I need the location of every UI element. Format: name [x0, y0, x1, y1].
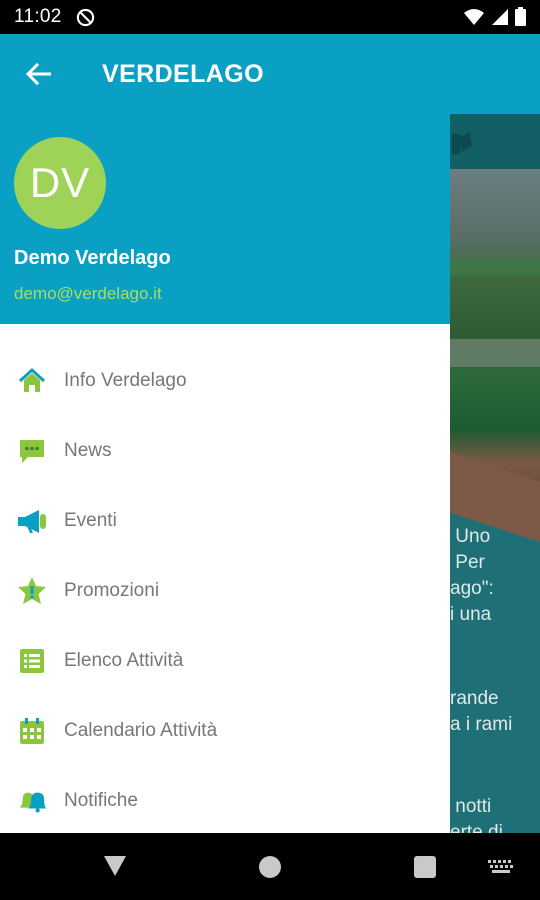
- navigation-drawer: DV Demo Verdelago demo@verdelago.it Info…: [0, 114, 450, 833]
- avatar[interactable]: DV: [14, 137, 106, 229]
- menu-item-label: Eventi: [64, 510, 117, 531]
- background-content[interactable]: Uno Per ago": i una rande a i rami notti…: [450, 114, 540, 833]
- background-photo: [450, 169, 540, 549]
- keyboard-icon[interactable]: [488, 860, 514, 874]
- battery-icon: [515, 7, 526, 26]
- menu-item-label: Elenco Attività: [64, 650, 184, 671]
- background-toolbar: [450, 114, 540, 169]
- wifi-icon: [464, 8, 484, 25]
- status-bar: 11:02: [0, 0, 540, 34]
- status-icons: [463, 7, 526, 26]
- bells-icon: [17, 786, 47, 816]
- background-text-3: notti erte di: [450, 796, 503, 833]
- back-button[interactable]: [16, 52, 60, 96]
- megaphone-icon: [17, 506, 47, 536]
- chat-icon: [17, 436, 47, 466]
- menu-item-label: Notifiche: [64, 790, 138, 811]
- system-nav-bar: [0, 833, 540, 900]
- user-email: demo@verdelago.it: [14, 284, 162, 303]
- menu-item-label: Calendario Attività: [64, 720, 218, 741]
- do-not-disturb-icon: [76, 8, 95, 27]
- nav-recents-icon[interactable]: [414, 856, 436, 878]
- app-title: VERDELAGO: [102, 60, 264, 88]
- app-bar: VERDELAGO: [0, 34, 540, 114]
- nav-home-icon[interactable]: [259, 856, 281, 878]
- list-icon: [17, 646, 47, 676]
- background-text-1: Uno Per ago": i una: [450, 526, 494, 625]
- background-text-2: rande a i rami: [450, 688, 513, 735]
- menu-item-calendario-attivita[interactable]: Calendario Attività: [0, 696, 450, 766]
- arrow-back-icon: [25, 62, 51, 86]
- user-name: Demo Verdelago: [14, 247, 171, 269]
- menu-item-info-verdelago[interactable]: Info Verdelago: [0, 346, 450, 416]
- background-toolbar-icon: [452, 132, 472, 154]
- menu-item-label: Info Verdelago: [64, 370, 187, 391]
- calendar-icon: [17, 716, 47, 746]
- menu-item-elenco-attivita[interactable]: Elenco Attività: [0, 626, 450, 696]
- drawer-header: DV Demo Verdelago demo@verdelago.it: [0, 114, 450, 324]
- menu-item-label: News: [64, 440, 112, 461]
- home-icon: [17, 366, 47, 396]
- signal-icon: [492, 8, 508, 25]
- menu-item-label: Promozioni: [64, 580, 160, 601]
- star-badge-icon: [17, 576, 47, 606]
- menu-item-eventi[interactable]: Eventi: [0, 486, 450, 556]
- status-time: 11:02: [14, 6, 62, 27]
- menu-item-promozioni[interactable]: Promozioni: [0, 556, 450, 626]
- nav-back-icon[interactable]: [103, 855, 127, 877]
- menu-item-notifiche[interactable]: Notifiche: [0, 766, 450, 836]
- menu-item-news[interactable]: News: [0, 416, 450, 486]
